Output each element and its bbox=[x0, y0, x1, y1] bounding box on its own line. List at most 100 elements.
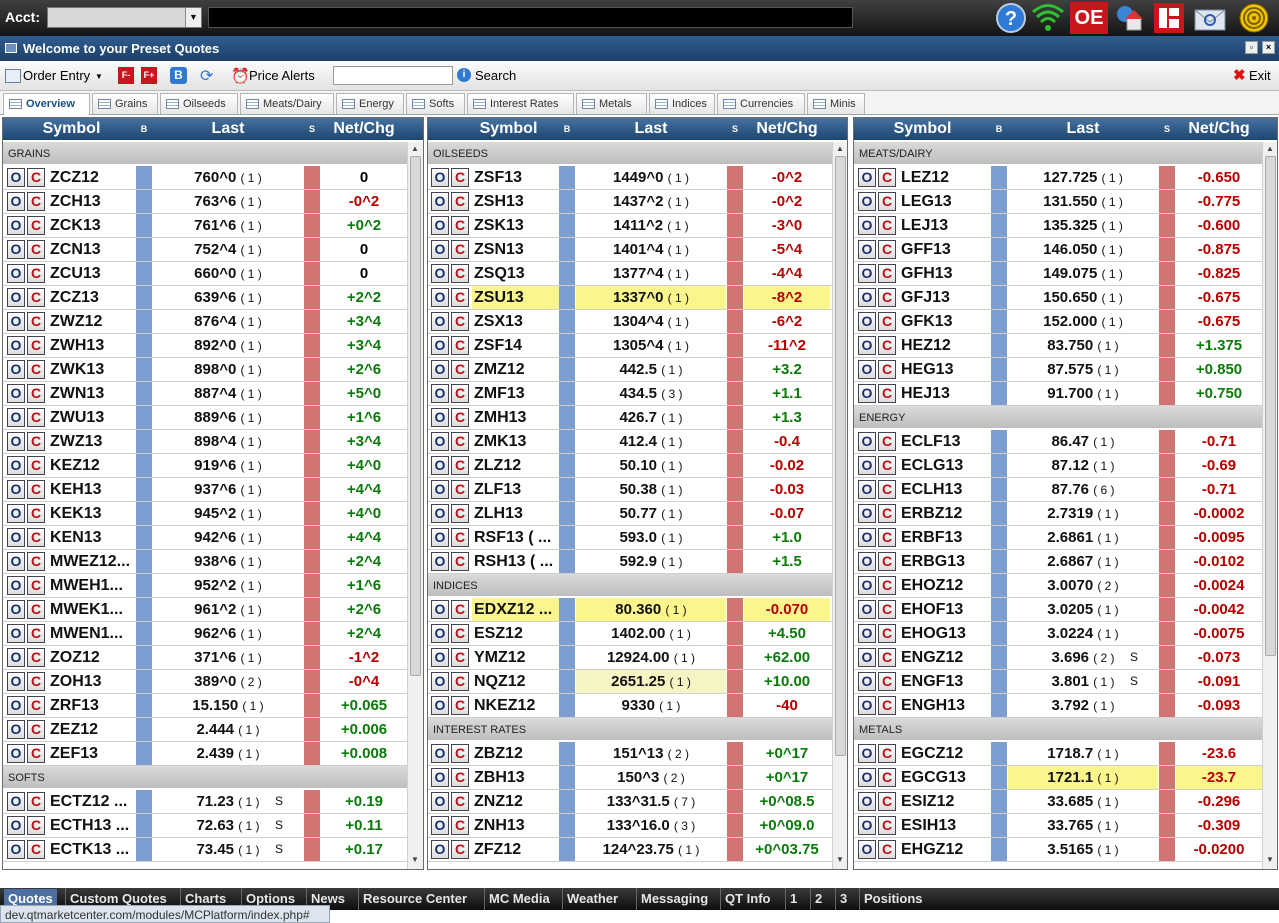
symbol-cell[interactable]: KEH13 bbox=[48, 478, 136, 501]
quote-row[interactable]: O C ZSX13 1304^4 ( 1 ) -6^2 bbox=[428, 310, 832, 334]
tab-softs[interactable]: Softs bbox=[406, 93, 465, 114]
close-order-button[interactable]: C bbox=[878, 600, 896, 619]
symbol-cell[interactable]: ZRF13 bbox=[48, 694, 136, 717]
open-order-button[interactable]: O bbox=[858, 816, 876, 835]
tab-minis[interactable]: Minis bbox=[807, 93, 865, 114]
quote-row[interactable]: O C ZLF13 50.38 ( 1 ) -0.03 bbox=[428, 478, 832, 502]
close-order-button[interactable]: C bbox=[451, 600, 469, 619]
quote-row[interactable]: O C GFF13 146.050 ( 1 ) -0.875 bbox=[854, 238, 1262, 262]
quote-row[interactable]: O C ZSH13 1437^2 ( 1 ) -0^2 bbox=[428, 190, 832, 214]
bottom-tab-messaging[interactable]: Messaging bbox=[641, 891, 708, 906]
symbol-cell[interactable]: ZWZ12 bbox=[48, 310, 136, 333]
close-order-button[interactable]: C bbox=[27, 792, 45, 811]
close-order-button[interactable]: C bbox=[878, 528, 896, 547]
symbol-cell[interactable]: ERBZ12 bbox=[899, 502, 991, 525]
open-order-button[interactable]: O bbox=[431, 624, 449, 643]
vertical-scrollbar[interactable]: ▲ ▼ bbox=[407, 142, 423, 869]
open-order-button[interactable]: O bbox=[7, 408, 25, 427]
open-order-button[interactable]: O bbox=[858, 504, 876, 523]
quote-row[interactable]: O C ZSF14 1305^4 ( 1 ) -11^2 bbox=[428, 334, 832, 358]
order-entry-oe-icon[interactable]: OE bbox=[1070, 2, 1108, 34]
home-icon[interactable] bbox=[1115, 2, 1147, 34]
symbol-cell[interactable]: ENGH13 bbox=[899, 694, 991, 717]
tab-indices[interactable]: Indices bbox=[649, 93, 715, 114]
open-order-button[interactable]: O bbox=[858, 192, 876, 211]
symbol-cell[interactable]: EHOF13 bbox=[899, 598, 991, 621]
close-order-button[interactable]: C bbox=[27, 744, 45, 763]
quote-row[interactable]: O C RSF13 ( ... 593.0 ( 1 ) +1.0 bbox=[428, 526, 832, 550]
symbol-cell[interactable]: RSF13 ( ... bbox=[472, 526, 559, 549]
symbol-cell[interactable]: ZWZ13 bbox=[48, 430, 136, 453]
open-order-button[interactable]: O bbox=[7, 696, 25, 715]
close-order-button[interactable]: C bbox=[27, 696, 45, 715]
quote-row[interactable]: O C ESIH13 33.765 ( 1 ) -0.309 bbox=[854, 814, 1262, 838]
close-order-button[interactable]: C bbox=[878, 552, 896, 571]
quote-row[interactable]: O C ERBF13 2.6861 ( 1 ) -0.0095 bbox=[854, 526, 1262, 550]
quote-row[interactable]: O C KEN13 942^6 ( 1 ) +4^4 bbox=[3, 526, 407, 550]
open-order-button[interactable]: O bbox=[858, 528, 876, 547]
quote-row[interactable]: O C HEG13 87.575 ( 1 ) +0.850 bbox=[854, 358, 1262, 382]
last-column-header[interactable]: Last bbox=[576, 120, 726, 138]
quote-row[interactable]: O C NQZ12 2651.25 ( 1 ) +10.00 bbox=[428, 670, 832, 694]
b-column-header[interactable]: B bbox=[559, 124, 575, 134]
open-order-button[interactable]: O bbox=[431, 312, 449, 331]
close-order-button[interactable]: C bbox=[451, 744, 469, 763]
quote-row[interactable]: O C ZSK13 1411^2 ( 1 ) -3^0 bbox=[428, 214, 832, 238]
close-order-button[interactable]: C bbox=[27, 720, 45, 739]
bottom-tab-mc-media[interactable]: MC Media bbox=[489, 891, 550, 906]
symbol-cell[interactable]: ZWH13 bbox=[48, 334, 136, 357]
close-order-button[interactable]: C bbox=[878, 624, 896, 643]
quote-row[interactable]: O C ZMH13 426.7 ( 1 ) +1.3 bbox=[428, 406, 832, 430]
quote-row[interactable]: O C ZCZ13 639^6 ( 1 ) +2^2 bbox=[3, 286, 407, 310]
close-order-button[interactable]: C bbox=[27, 816, 45, 835]
symbol-cell[interactable]: ZSQ13 bbox=[472, 262, 559, 285]
exit-button[interactable]: Exit bbox=[1249, 68, 1271, 83]
quote-row[interactable]: O C ZMF13 434.5 ( 3 ) +1.1 bbox=[428, 382, 832, 406]
symbol-cell[interactable]: ECLG13 bbox=[899, 454, 991, 477]
scroll-down-arrow-icon[interactable]: ▼ bbox=[411, 855, 419, 864]
open-order-button[interactable]: O bbox=[858, 792, 876, 811]
symbol-cell[interactable]: GFJ13 bbox=[899, 286, 991, 309]
open-order-button[interactable]: O bbox=[858, 576, 876, 595]
symbol-cell[interactable]: ZWK13 bbox=[48, 358, 136, 381]
quote-row[interactable]: O C ZCK13 761^6 ( 1 ) +0^2 bbox=[3, 214, 407, 238]
symbol-cell[interactable]: ECTZ12 ... bbox=[48, 790, 136, 813]
symbol-cell[interactable]: ZEF13 bbox=[48, 742, 136, 765]
symbol-cell[interactable]: ESZ12 bbox=[472, 622, 559, 645]
symbol-cell[interactable]: EHOZ12 bbox=[899, 574, 991, 597]
open-order-button[interactable]: O bbox=[431, 360, 449, 379]
symbol-cell[interactable]: KEK13 bbox=[48, 502, 136, 525]
close-order-button[interactable]: C bbox=[27, 504, 45, 523]
symbol-cell[interactable]: ECTH13 ... bbox=[48, 814, 136, 837]
quote-row[interactable]: O C ESZ12 1402.00 ( 1 ) +4.50 bbox=[428, 622, 832, 646]
quote-row[interactable]: O C LEJ13 135.325 ( 1 ) -0.600 bbox=[854, 214, 1262, 238]
open-order-button[interactable]: O bbox=[858, 168, 876, 187]
open-order-button[interactable]: O bbox=[431, 432, 449, 451]
s-column-header[interactable]: S bbox=[304, 124, 320, 134]
quote-row[interactable]: O C ZSU13 1337^0 ( 1 ) -8^2 bbox=[428, 286, 832, 310]
close-order-button[interactable]: C bbox=[27, 288, 45, 307]
close-order-button[interactable]: C bbox=[27, 552, 45, 571]
symbol-cell[interactable]: LEZ12 bbox=[899, 166, 991, 189]
quote-row[interactable]: O C KEK13 945^2 ( 1 ) +4^0 bbox=[3, 502, 407, 526]
quote-row[interactable]: O C ZMK13 412.4 ( 1 ) -0.4 bbox=[428, 430, 832, 454]
quote-row[interactable]: O C ZWK13 898^0 ( 1 ) +2^6 bbox=[3, 358, 407, 382]
close-order-button[interactable]: C bbox=[878, 672, 896, 691]
quote-row[interactable]: O C MWEN1... 962^6 ( 1 ) +2^4 bbox=[3, 622, 407, 646]
open-order-button[interactable]: O bbox=[7, 504, 25, 523]
open-order-button[interactable]: O bbox=[7, 792, 25, 811]
close-order-button[interactable]: C bbox=[878, 480, 896, 499]
close-order-button[interactable]: C bbox=[27, 384, 45, 403]
quote-row[interactable]: O C ZSF13 1449^0 ( 1 ) -0^2 bbox=[428, 166, 832, 190]
open-order-button[interactable]: O bbox=[858, 336, 876, 355]
symbol-cell[interactable]: ESIH13 bbox=[899, 814, 991, 837]
symbol-cell[interactable]: GFH13 bbox=[899, 262, 991, 285]
open-order-button[interactable]: O bbox=[7, 624, 25, 643]
close-order-button[interactable]: C bbox=[451, 456, 469, 475]
open-order-button[interactable]: O bbox=[431, 456, 449, 475]
price-alerts-button[interactable]: Price Alerts bbox=[249, 68, 315, 83]
symbol-cell[interactable]: EDXZ12 ... bbox=[472, 598, 559, 621]
open-order-button[interactable]: O bbox=[431, 672, 449, 691]
symbol-cell[interactable]: ZSK13 bbox=[472, 214, 559, 237]
open-order-button[interactable]: O bbox=[7, 240, 25, 259]
